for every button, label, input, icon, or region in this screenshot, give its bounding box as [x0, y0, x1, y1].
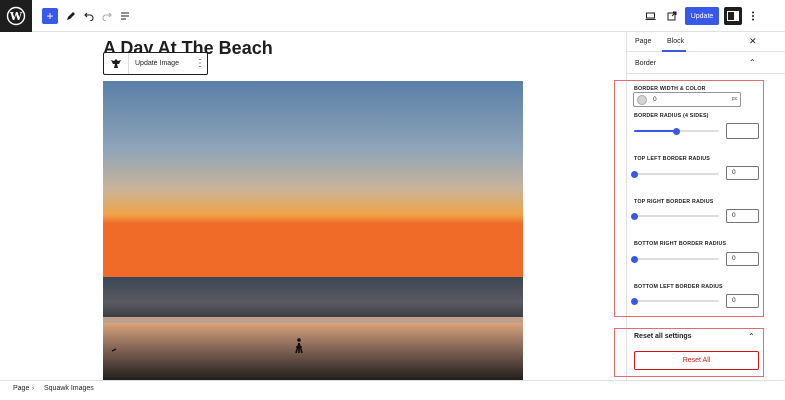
add-block-icon[interactable]: + — [42, 8, 58, 24]
redo-icon[interactable] — [99, 8, 115, 24]
breadcrumb-page[interactable]: Page — [13, 385, 29, 392]
corner-label-top-right: TOP RIGHT BORDER RADIUS — [634, 199, 714, 205]
border-width-color-control[interactable]: 0 px — [633, 92, 741, 107]
border-panel-header[interactable]: Border ⌃ — [627, 52, 785, 74]
slider-thumb[interactable] — [630, 297, 638, 305]
top-left-radius-input[interactable]: 0 — [726, 166, 759, 180]
beach-sunset-image[interactable] — [103, 81, 523, 380]
update-button[interactable]: Update — [685, 7, 719, 25]
eagle-icon[interactable] — [104, 53, 129, 74]
border-radius-input[interactable] — [726, 123, 759, 139]
top-right-radius-input[interactable]: 0 — [726, 209, 759, 223]
border-radius-label: BORDER RADIUS (4 SIDES) — [634, 113, 709, 119]
slider-thumb[interactable] — [630, 255, 638, 263]
list-view-icon[interactable] — [117, 8, 133, 24]
close-icon[interactable]: ✕ — [749, 36, 757, 47]
breadcrumb: Page › Squawk Images — [0, 380, 785, 400]
settings-sidebar-icon[interactable] — [724, 7, 742, 25]
bottom-right-radius-input[interactable]: 0 — [726, 252, 759, 266]
chevron-up-icon[interactable]: ⌃ — [748, 332, 755, 341]
image-block-toolbar: Update Image ⋮ — [103, 52, 208, 75]
corner-label-bottom-right: BOTTOM RIGHT BORDER RADIUS — [634, 241, 727, 247]
reset-all-button[interactable]: Reset All — [634, 351, 759, 370]
bottom-left-radius-slider[interactable] — [630, 297, 719, 305]
update-image-button[interactable]: Update Image — [129, 60, 193, 67]
border-width-value[interactable]: 0 — [653, 96, 657, 103]
radius-slider-fill — [634, 130, 677, 132]
tab-page[interactable]: Page — [635, 38, 651, 45]
slider-thumb[interactable] — [630, 212, 638, 220]
pencil-tools-icon[interactable] — [63, 8, 79, 24]
top-right-radius-slider[interactable] — [630, 212, 719, 220]
more-options-icon[interactable] — [745, 8, 761, 24]
bottom-right-radius-slider[interactable] — [630, 255, 719, 263]
color-swatch[interactable] — [637, 95, 647, 105]
radius-slider-thumb[interactable] — [673, 127, 680, 135]
chevron-right-icon: › — [32, 386, 34, 392]
chevron-up-icon[interactable]: ⌃ — [749, 58, 756, 67]
undo-icon[interactable] — [81, 8, 97, 24]
slider-thumb[interactable] — [630, 170, 638, 178]
corner-label-top-left: TOP LEFT BORDER RADIUS — [634, 156, 711, 162]
top-left-radius-slider[interactable] — [630, 170, 719, 178]
block-options-icon[interactable]: ⋮ — [193, 58, 207, 69]
editor-top-bar: W + Update — [0, 0, 785, 32]
external-view-icon[interactable] — [664, 8, 680, 24]
border-width-unit[interactable]: px — [732, 96, 737, 102]
breadcrumb-block[interactable]: Squawk Images — [44, 385, 94, 392]
bottom-left-radius-input[interactable]: 0 — [726, 294, 759, 308]
tab-block[interactable]: Block — [667, 38, 684, 45]
desktop-preview-icon[interactable] — [642, 8, 658, 24]
border-panel-title: Border — [635, 60, 657, 67]
editor-canvas: A Day At The Beach Update Image ⋮ — [0, 32, 626, 380]
border-radius-slider[interactable] — [634, 127, 719, 135]
reset-all-settings-title: Reset all settings — [634, 333, 692, 340]
wordpress-logo-icon[interactable]: W — [0, 0, 32, 32]
svg-text:W: W — [9, 10, 23, 23]
sidebar-tabs: Page Block ✕ — [627, 32, 785, 52]
corner-label-bottom-left: BOTTOM LEFT BORDER RADIUS — [634, 284, 723, 290]
